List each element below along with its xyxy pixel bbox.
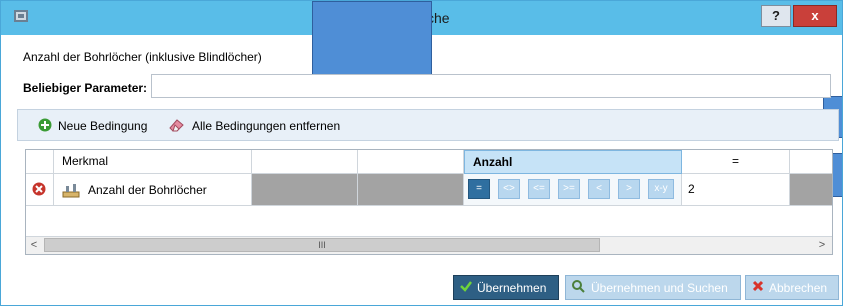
- help-button[interactable]: ?: [761, 5, 791, 27]
- delete-row-button[interactable]: [26, 174, 54, 206]
- grid-header-blank: [26, 150, 54, 174]
- gray-cell: [790, 174, 832, 206]
- new-condition-button[interactable]: Neue Bedingung: [38, 118, 147, 134]
- feature-name: Anzahl der Bohrlöcher: [88, 183, 207, 197]
- operator-greaterequal-button[interactable]: >=: [558, 179, 580, 199]
- grid-header-operator[interactable]: =: [682, 150, 790, 174]
- grid-header-empty[interactable]: [252, 150, 358, 174]
- remove-all-button[interactable]: Alle Bedingungen entfernen: [168, 118, 340, 134]
- gray-cell: [358, 174, 464, 206]
- cancel-button[interactable]: Abbrechen: [745, 275, 839, 300]
- operator-less-button[interactable]: <: [588, 179, 610, 199]
- apply-label: Übernehmen: [477, 280, 547, 295]
- overlay-block: [312, 1, 432, 77]
- condition-grid: Merkmal Anzahl = Anzahl der Bohrlöcher =…: [25, 149, 833, 255]
- eraser-icon: [168, 117, 186, 136]
- cancel-icon: [751, 279, 765, 296]
- param-input[interactable]: [151, 74, 831, 98]
- remove-all-label: Alle Bedingungen entfernen: [192, 119, 341, 133]
- operator-greater-button[interactable]: >: [618, 179, 640, 199]
- operator-lessequal-button[interactable]: <=: [528, 179, 550, 199]
- operator-equal-button[interactable]: =: [468, 179, 490, 199]
- close-button[interactable]: x: [793, 5, 837, 27]
- operator-notequal-button[interactable]: <>: [498, 179, 520, 199]
- add-icon: [38, 118, 52, 135]
- search-check-icon: [571, 279, 587, 296]
- condition-toolbar: Neue Bedingung Alle Bedingungen entferne…: [17, 109, 839, 141]
- grid-header-blank: [790, 150, 832, 174]
- grid-header-feature[interactable]: Merkmal: [54, 150, 252, 174]
- grid-header-empty[interactable]: [358, 150, 464, 174]
- description-text: Anzahl der Bohrlöcher (inklusive Blindlö…: [23, 50, 262, 64]
- delete-icon: [32, 182, 46, 199]
- apply-search-label: Übernehmen und Suchen: [591, 280, 728, 295]
- dialog-window: giesuche ? x Anzahl der Bohrlöcher (inkl…: [0, 0, 843, 306]
- scroll-left-button[interactable]: <: [26, 237, 42, 253]
- apply-search-button[interactable]: Übernehmen und Suchen: [565, 275, 741, 300]
- feature-cell[interactable]: Anzahl der Bohrlöcher: [54, 174, 252, 206]
- value-cell[interactable]: 2: [682, 174, 790, 206]
- check-icon: [459, 279, 473, 296]
- scroll-right-button[interactable]: >: [814, 237, 830, 253]
- param-label: Beliebiger Parameter:: [23, 81, 148, 95]
- apply-button[interactable]: Übernehmen: [453, 275, 559, 300]
- gray-cell: [252, 174, 358, 206]
- scroll-thumb[interactable]: III: [44, 238, 600, 252]
- horizontal-scrollbar[interactable]: < III >: [26, 236, 832, 254]
- grid-header-anzahl[interactable]: Anzahl: [464, 150, 682, 174]
- operator-cell: = <> <= >= < > x-y: [464, 174, 682, 206]
- operator-range-button[interactable]: x-y: [648, 179, 674, 199]
- feature-icon: [62, 182, 80, 201]
- new-condition-label: Neue Bedingung: [58, 119, 148, 133]
- cancel-label: Abbrechen: [769, 280, 828, 295]
